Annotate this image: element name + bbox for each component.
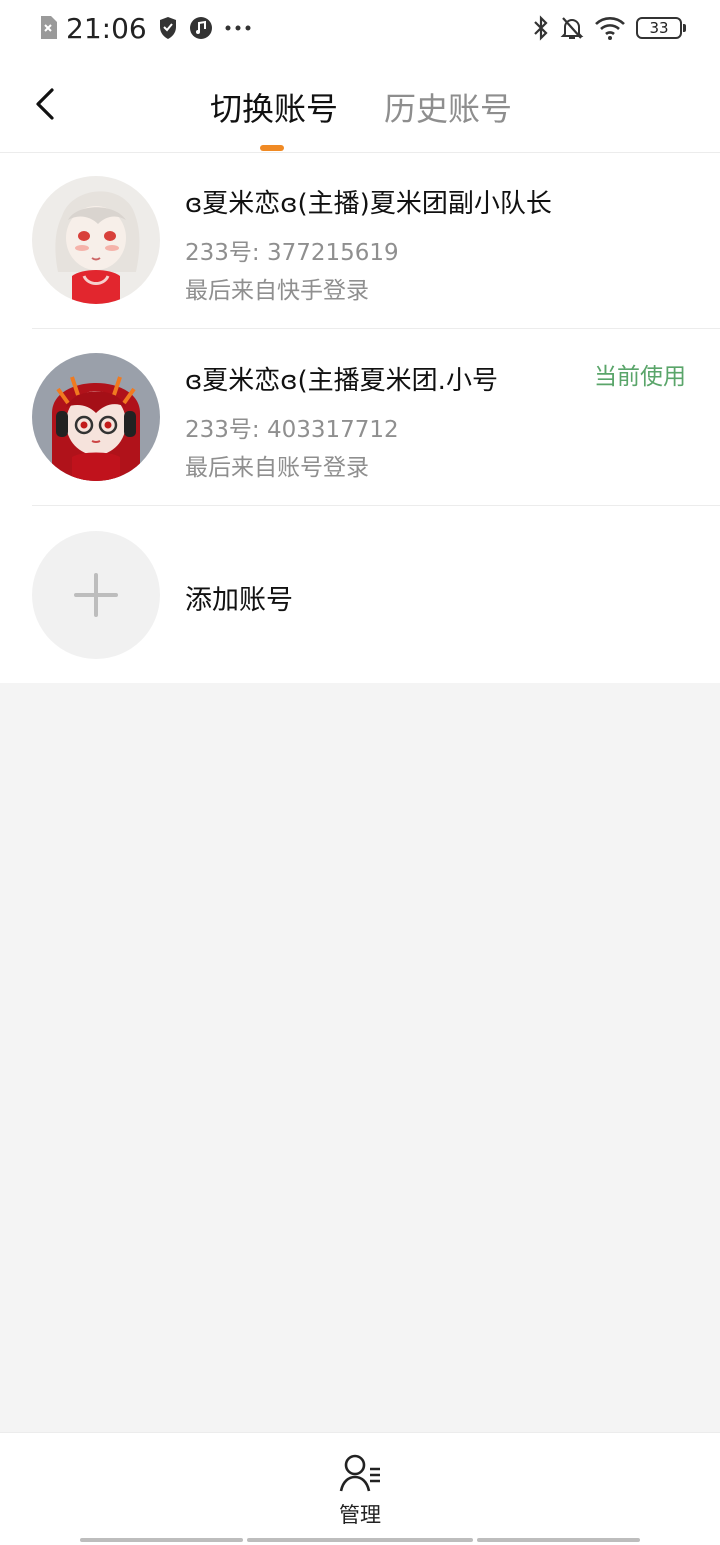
status-bar-left: 21:06 bbox=[38, 11, 251, 45]
plus-icon bbox=[74, 573, 118, 617]
current-account-badge: 当前使用 bbox=[594, 364, 686, 390]
tab-history-account[interactable]: 历史账号 bbox=[384, 84, 512, 130]
account-id: 233号: 403317712 bbox=[185, 417, 399, 443]
account-name: ɞ夏米恋ɞ(主播)夏米团副小队长 bbox=[185, 189, 552, 219]
account-login-source: 最后来自快手登录 bbox=[185, 278, 369, 304]
more-dots-icon bbox=[225, 25, 251, 31]
status-time: 21:06 bbox=[66, 11, 147, 45]
wifi-icon bbox=[595, 17, 625, 40]
top-header: 切换账号 历史账号 bbox=[0, 56, 720, 153]
bluetooth-icon bbox=[534, 15, 548, 41]
manage-label: 管理 bbox=[339, 1503, 381, 1527]
avatar bbox=[32, 176, 160, 304]
avatar-image-anime-red-hair bbox=[32, 353, 160, 481]
row-divider bbox=[32, 505, 720, 506]
nav-gesture-bar-right bbox=[477, 1538, 640, 1542]
active-tab-indicator bbox=[260, 145, 284, 151]
shield-icon bbox=[159, 17, 176, 39]
add-account-label: 添加账号 bbox=[185, 585, 293, 616]
account-list: ɞ夏米恋ɞ(主播)夏米团副小队长 233号: 377215619 最后来自快手登… bbox=[0, 153, 720, 683]
tab-switch-account[interactable]: 切换账号 bbox=[210, 84, 338, 130]
manage-button[interactable]: 管理 bbox=[320, 1453, 400, 1533]
user-manage-icon bbox=[339, 1454, 380, 1492]
bell-off-icon bbox=[560, 17, 584, 39]
account-login-source: 最后来自账号登录 bbox=[185, 455, 369, 481]
account-row[interactable]: ɞ夏米恋ɞ(主播)夏米团副小队长 233号: 377215619 最后来自快手登… bbox=[0, 153, 720, 329]
nav-gesture-bar-left bbox=[80, 1538, 243, 1542]
music-icon bbox=[189, 17, 212, 39]
status-bar-right: 33 bbox=[532, 12, 686, 44]
battery-icon: 33 bbox=[636, 17, 686, 39]
row-divider bbox=[32, 328, 720, 329]
avatar bbox=[32, 353, 160, 481]
account-row[interactable]: ɞ夏米恋ɞ(主播夏米团.小号 当前使用 233号: 403317712 最后来自… bbox=[0, 330, 720, 506]
add-account-button[interactable] bbox=[32, 531, 160, 659]
avatar-image-anime-white-hair bbox=[32, 176, 160, 304]
account-name: ɞ夏米恋ɞ(主播夏米团.小号 bbox=[185, 366, 498, 396]
nav-gesture-bar-center bbox=[247, 1538, 473, 1542]
add-account-row[interactable]: 添加账号 bbox=[0, 507, 720, 683]
bottom-bar: 管理 bbox=[0, 1432, 720, 1545]
back-arrow-icon[interactable] bbox=[30, 86, 62, 122]
sim-off-icon bbox=[41, 16, 57, 39]
status-bar: 21:06 33 bbox=[0, 0, 720, 56]
account-id: 233号: 377215619 bbox=[185, 240, 399, 266]
